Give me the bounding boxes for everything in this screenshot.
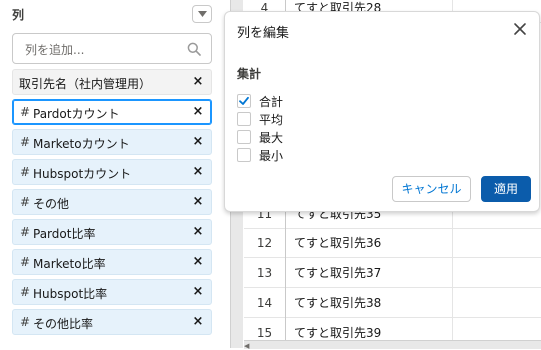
remove-column-icon[interactable]: × — [191, 254, 205, 270]
apply-button[interactable]: 適用 — [481, 176, 531, 202]
aggregation-option-label: 合計 — [259, 95, 284, 109]
account-name-cell: てすと取引先38 — [294, 296, 382, 310]
add-column-search[interactable] — [12, 33, 212, 64]
add-column-input[interactable] — [23, 39, 187, 61]
cancel-button[interactable]: キャンセル — [392, 176, 471, 202]
scroll-left-icon[interactable]: ◀ — [244, 342, 249, 350]
chevron-down-icon — [197, 11, 207, 17]
aggregation-option-label: 平均 — [259, 113, 284, 127]
search-icon — [187, 42, 201, 56]
number-type-icon: # — [20, 195, 31, 209]
number-type-icon: # — [20, 315, 31, 329]
row-number: 14 — [244, 288, 286, 318]
remove-column-icon[interactable]: × — [191, 74, 205, 90]
column-divider — [452, 228, 453, 258]
column-item-label: その他比率 — [33, 317, 94, 331]
collapse-button[interactable] — [192, 5, 212, 23]
remove-column-icon[interactable]: × — [191, 314, 205, 330]
column-item-label: その他 — [33, 197, 70, 211]
close-icon[interactable] — [513, 22, 527, 36]
column-item[interactable]: 取引先名（社内管理用） × — [12, 69, 212, 95]
account-name-cell: てすと取引先36 — [294, 236, 382, 250]
edit-column-popover: 列を編集 集計 合計平均最大最小 キャンセル 適用 — [224, 11, 540, 212]
aggregation-option-label: 最小 — [259, 149, 284, 163]
column-item-label: Hubspot比率 — [33, 287, 108, 301]
remove-column-icon[interactable]: × — [191, 134, 205, 150]
column-item-label: Pardot比率 — [33, 227, 96, 241]
checkbox[interactable] — [237, 148, 251, 162]
column-item-label: Marketo比率 — [33, 257, 106, 271]
remove-column-icon[interactable]: × — [191, 284, 205, 300]
column-item[interactable]: # Hubspot比率 × — [12, 279, 212, 305]
column-item-label: Pardotカウント — [33, 107, 120, 121]
column-item-label: 取引先名（社内管理用） — [19, 77, 152, 91]
account-name-cell: てすと取引先37 — [294, 266, 382, 280]
number-type-icon: # — [20, 285, 31, 299]
number-type-icon: # — [20, 105, 31, 119]
column-item[interactable]: # その他比率 × — [12, 309, 212, 335]
column-list: 取引先名（社内管理用） × # Pardotカウント × # Marketoカウント × # Hu… — [12, 69, 212, 339]
row-number: 13 — [244, 258, 286, 288]
columns-panel-title: 列 — [12, 8, 25, 22]
number-type-icon: # — [20, 135, 31, 149]
number-type-icon: # — [20, 225, 31, 239]
remove-column-icon[interactable]: × — [191, 224, 205, 240]
popover-title: 列を編集 — [237, 26, 290, 41]
table-row[interactable]: 14 てすと取引先38 — [244, 288, 541, 318]
number-type-icon: # — [20, 255, 31, 269]
checkbox[interactable] — [237, 130, 251, 144]
column-divider — [452, 288, 453, 318]
column-item[interactable]: # Marketoカウント × — [12, 129, 212, 155]
checkbox[interactable] — [237, 94, 251, 108]
column-divider — [452, 258, 453, 288]
column-item[interactable]: # Pardot比率 × — [12, 219, 212, 245]
column-item[interactable]: # Pardotカウント × — [12, 99, 212, 125]
column-item[interactable]: # Hubspotカウント × — [12, 159, 212, 185]
remove-column-icon[interactable]: × — [191, 194, 205, 210]
row-number: 12 — [244, 228, 286, 258]
number-type-icon: # — [20, 165, 31, 179]
remove-column-icon[interactable]: × — [191, 104, 205, 120]
table-row[interactable]: 12 てすと取引先36 — [244, 228, 541, 258]
column-item-label: Marketoカウント — [33, 137, 130, 151]
aggregation-option-label: 最大 — [259, 131, 284, 145]
table-row[interactable]: 13 てすと取引先37 — [244, 258, 541, 288]
aggregation-label: 集計 — [237, 67, 262, 81]
column-item[interactable]: # その他 × — [12, 189, 212, 215]
columns-panel: 列 取引先名（社内管理用）×#Pardotカウント×#Marketoカウント×#… — [0, 0, 222, 348]
column-item[interactable]: # Marketo比率 × — [12, 249, 212, 275]
remove-column-icon[interactable]: × — [191, 164, 205, 180]
check-icon — [239, 96, 249, 105]
checkbox[interactable] — [237, 112, 251, 126]
column-item-label: Hubspotカウント — [33, 167, 132, 181]
